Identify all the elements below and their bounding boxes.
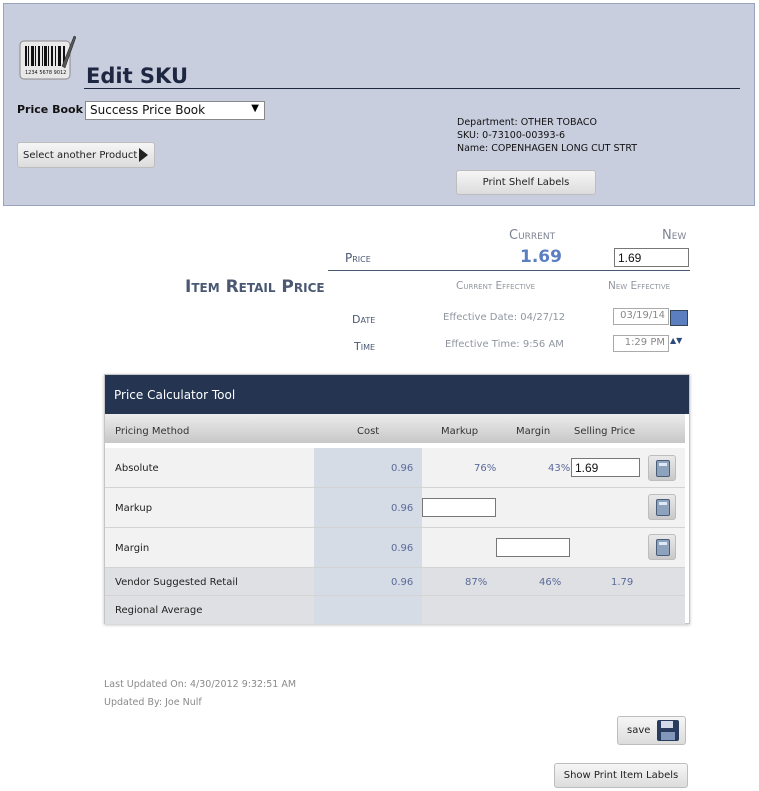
sku-text: SKU: 0-73100-00393-6 (457, 130, 565, 141)
table-row: Vendor Suggested Retail 0.96 87% 46% 1.7… (105, 568, 685, 596)
floppy-disk-icon (657, 720, 679, 741)
product-info: Department: OTHER TOBACO SKU: 0-73100-00… (457, 116, 637, 155)
price-divider (328, 270, 690, 271)
select-another-product-button[interactable]: Select another Product (17, 142, 155, 168)
barcode-pen-icon: 1234 5678 9012 (19, 35, 76, 80)
new-price-input[interactable] (614, 248, 689, 267)
dropdown-arrow-icon: ▼ (251, 103, 259, 114)
selling-price-value: 1.79 (611, 577, 634, 588)
calendar-icon[interactable] (670, 310, 688, 326)
new-effective-header: New Effective (608, 280, 671, 292)
margin-value: 46% (539, 577, 562, 588)
price-label: Price (345, 251, 371, 265)
time-spinner-icon[interactable]: ▲▼ (670, 337, 682, 345)
col-markup: Markup (441, 426, 479, 437)
table-row: Markup 0.96 (105, 488, 685, 528)
margin-input[interactable] (496, 538, 570, 557)
last-updated-text: Last Updated On: 4/30/2012 9:32:51 AM (104, 679, 297, 690)
title-divider (84, 88, 740, 89)
save-button[interactable]: save (617, 716, 686, 745)
row-label: Markup (115, 503, 153, 514)
table-row: Regional Average (105, 596, 685, 624)
new-date-input[interactable]: 03/19/14 (613, 308, 669, 325)
table-row: Margin 0.96 (105, 528, 685, 568)
new-time-input[interactable]: 1:29 PM (613, 335, 669, 352)
time-label: Time (354, 340, 376, 353)
new-header: New (662, 228, 687, 243)
effective-time-text: Effective Time: 9:56 AM (445, 339, 564, 350)
table-row: Absolute 0.96 76% 43% (105, 448, 685, 488)
show-print-item-labels-button[interactable]: Show Print Item Labels (554, 763, 688, 788)
cost-value: 0.96 (391, 463, 414, 474)
department-text: Department: OTHER TOBACO (457, 117, 597, 128)
calculator-table: Pricing Method Cost Markup Margin Sellin… (105, 414, 685, 624)
calculator-header-row: Pricing Method Cost Markup Margin Sellin… (105, 414, 685, 443)
row-label: Absolute (115, 463, 159, 474)
cost-value: 0.96 (391, 577, 414, 588)
price-book-value: Success Price Book (90, 103, 206, 117)
selling-price-input[interactable] (571, 458, 640, 477)
col-cost: Cost (357, 426, 380, 437)
price-calculator: Price Calculator Tool Pricing Method Cos… (104, 374, 690, 624)
updated-by-text: Updated By: Joe Nulf (104, 697, 202, 708)
page-title: Edit SKU (86, 64, 189, 88)
calculator-icon[interactable] (648, 494, 676, 520)
col-pricing-method: Pricing Method (115, 426, 190, 437)
cost-value: 0.96 (391, 543, 414, 554)
markup-value: 76% (474, 463, 497, 474)
col-selling-price: Selling Price (574, 426, 636, 437)
chevron-right-icon (139, 148, 148, 162)
row-label: Vendor Suggested Retail (115, 577, 238, 588)
print-shelf-labels-button[interactable]: Print Shelf Labels (456, 170, 596, 195)
current-price: 1.69 (520, 247, 562, 267)
price-book-select[interactable]: Success Price Book ▼ (85, 101, 265, 120)
calculator-title: Price Calculator Tool (105, 375, 689, 414)
select-another-product-label: Select another Product (23, 149, 138, 161)
cost-value: 0.96 (391, 503, 414, 514)
price-book-label: Price Book (17, 103, 83, 116)
header-panel: 1234 5678 9012 Edit SKU Price Book Succe… (3, 3, 755, 206)
effective-date-text: Effective Date: 04/27/12 (443, 312, 566, 323)
row-label: Margin (115, 543, 150, 554)
calculator-icon[interactable] (648, 455, 676, 481)
save-label: save (627, 725, 651, 736)
col-margin: Margin (516, 426, 551, 437)
svg-text:1234 5678 9012: 1234 5678 9012 (25, 70, 66, 76)
date-label: Date (352, 313, 376, 326)
row-label: Regional Average (115, 605, 203, 616)
current-header: Current (509, 228, 556, 243)
calculator-icon[interactable] (648, 534, 676, 560)
current-effective-header: Current Effective (456, 280, 536, 292)
product-name-text: Name: COPENHAGEN LONG CUT STRT (457, 143, 638, 154)
markup-input[interactable] (422, 498, 496, 517)
margin-value: 43% (548, 463, 571, 474)
markup-value: 87% (465, 577, 488, 588)
item-retail-price-title: Item Retail Price (185, 277, 325, 297)
